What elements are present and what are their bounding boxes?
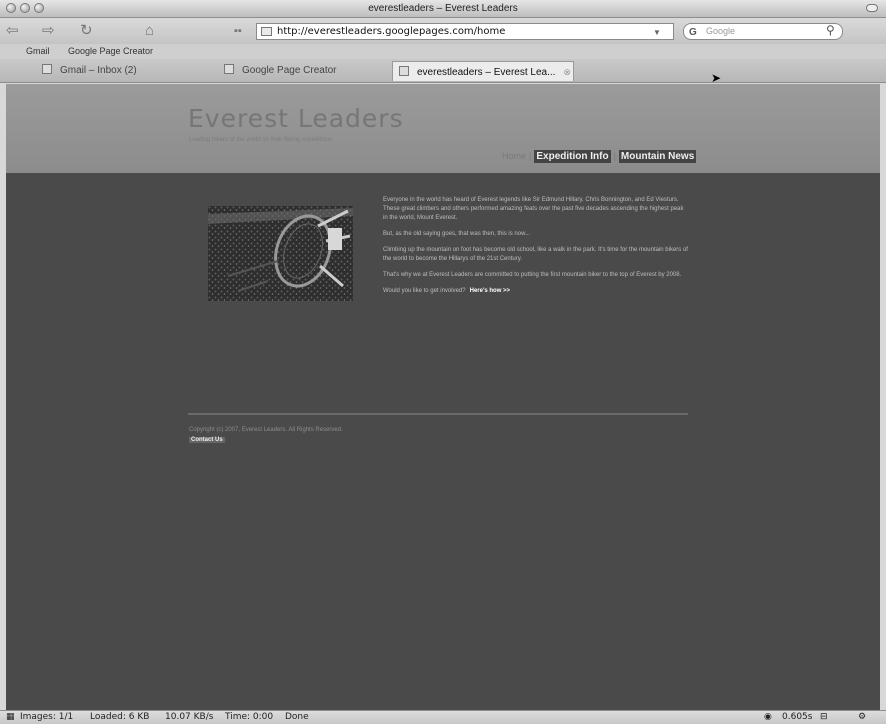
page-tab-icon	[399, 66, 409, 76]
status-addon-icon[interactable]: ⊟	[820, 712, 828, 722]
window-title: everestleaders – Everest Leaders	[368, 3, 518, 14]
site-nav: Home | Expedition Info | Mountain News	[502, 150, 697, 163]
page-viewport: Everest Leaders Leading bikers of the wo…	[6, 84, 880, 710]
page-tab-icon	[224, 64, 234, 74]
site-title: Everest Leaders	[188, 104, 404, 133]
status-images: Images: 1/1	[20, 712, 74, 722]
home-button[interactable]: ⌂	[145, 22, 154, 40]
forward-button[interactable]: ⇨	[42, 22, 55, 40]
nav-mountain-news-link[interactable]: Mountain News	[618, 150, 697, 163]
search-input[interactable]: G Google	[683, 23, 843, 40]
copyright-text: Copyright (c) 2007, Everest Leaders. All…	[189, 427, 343, 433]
heres-how-link[interactable]: Here's how >>	[470, 288, 510, 294]
nav-separator: |	[613, 151, 616, 161]
toolbar-toggle-button[interactable]	[866, 4, 878, 12]
mountain-bike-photo	[208, 206, 353, 301]
reload-button[interactable]: ↻	[80, 22, 93, 40]
close-tab-icon[interactable]: ⊗	[563, 62, 571, 82]
paragraph: Everyone in the world has heard of Evere…	[383, 197, 684, 221]
address-dropdown-icon[interactable]: ▼	[653, 28, 661, 37]
nav-expedition-info-link[interactable]: Expedition Info	[534, 150, 611, 163]
search-magnifier-icon[interactable]: ⚲	[826, 23, 835, 37]
status-speed: 10.07 KB/s	[165, 712, 214, 722]
nav-home-link[interactable]: Home	[502, 150, 526, 163]
status-bar: ▦ Images: 1/1 Loaded: 6 KB 10.07 KB/s Ti…	[0, 710, 886, 724]
status-loaded: Loaded: 6 KB	[90, 712, 150, 722]
page-info-icon[interactable]: ▪▪	[234, 22, 242, 40]
status-state: Done	[285, 712, 309, 722]
back-button[interactable]: ⇦	[6, 22, 19, 40]
cta-question: Would you like to get involved?	[383, 288, 466, 294]
search-placeholder: Google	[706, 26, 736, 36]
favicon-icon	[261, 27, 272, 36]
paragraph: Climbing up the mountain on foot has bec…	[383, 247, 688, 262]
contact-us-link[interactable]: Contact Us	[189, 437, 225, 443]
status-timing: 0.605s	[782, 712, 813, 722]
bookmarks-bar: Gmail Google Page Creator	[0, 44, 886, 59]
address-bar[interactable]: http://everestleaders.googlepages.com/ho…	[256, 23, 674, 40]
status-time: Time: 0:00	[225, 712, 274, 722]
bookmark-gmail[interactable]: Gmail	[26, 46, 50, 56]
site-tagline: Leading bikers of the world on their Bik…	[189, 137, 333, 143]
intro-text: Everyone in the world has heard of Evere…	[383, 196, 688, 303]
status-icon: ▦	[6, 712, 15, 722]
google-search-icon: G	[689, 27, 697, 38]
site-header: Everest Leaders Leading bikers of the wo…	[6, 84, 880, 173]
nav-separator: |	[529, 151, 532, 161]
paragraph: But, as the old saying goes, that was th…	[383, 231, 531, 237]
paragraph: That's why we at Everest Leaders are com…	[383, 272, 682, 278]
tab-everestleaders[interactable]: everestleaders – Everest Lea... ⊗	[392, 61, 574, 81]
gmail-tab-icon	[42, 64, 52, 74]
tab-gmail[interactable]: Gmail – Inbox (2)	[36, 61, 206, 81]
status-settings-icon[interactable]: ⚙	[858, 712, 866, 722]
mouse-pointer-icon: ➤	[711, 71, 722, 85]
title-bar: everestleaders – Everest Leaders	[0, 0, 886, 18]
address-bar-url: http://everestleaders.googlepages.com/ho…	[277, 26, 506, 37]
tab-google-page-creator[interactable]: Google Page Creator	[218, 61, 388, 81]
tab-bar: Gmail – Inbox (2) Google Page Creator ev…	[0, 59, 886, 83]
bookmark-google-page-creator[interactable]: Google Page Creator	[68, 46, 153, 56]
footer-divider	[188, 413, 688, 415]
cta-line: Would you like to get involved? Here's ho…	[383, 287, 688, 296]
status-globe-icon: ◉	[764, 712, 772, 722]
